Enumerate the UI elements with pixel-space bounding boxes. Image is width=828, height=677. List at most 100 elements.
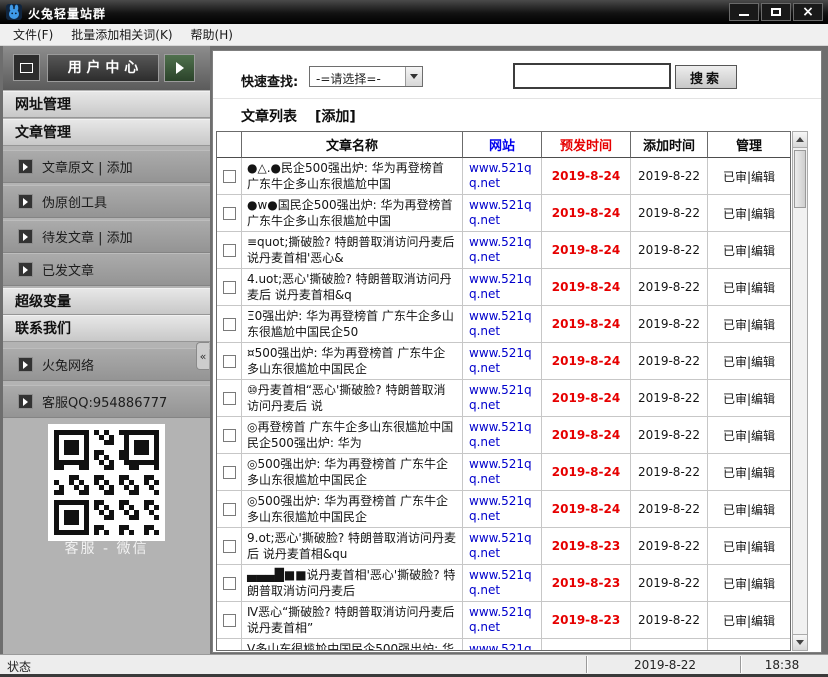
minimize-icon xyxy=(739,14,749,16)
sidebar-item-label: 火兔网络 xyxy=(42,355,94,374)
sidebar-item-service-qq[interactable]: 客服QQ:954886777 xyxy=(3,385,210,418)
sidebar-section-contact-us[interactable]: 联系我们 xyxy=(3,315,210,342)
content-panel: 快速查找: -=请选择=- 搜索 文章列表 [添加] 文章名称 网站 预发时间 … xyxy=(212,50,822,653)
article-site-link[interactable]: www.521qq.net xyxy=(463,602,542,639)
article-name: 4.uot;恶心'撕破脸? 特朗普取消访问丹麦后 说丹麦首相&q xyxy=(242,269,463,306)
article-name: ⑩丹麦首相“恶心'撕破脸? 特朗普取消访问丹麦后 说 xyxy=(242,380,463,417)
row-checkbox[interactable] xyxy=(223,281,236,294)
row-checkbox[interactable] xyxy=(223,355,236,368)
sidebar-item-pseudo-original-tool[interactable]: 伪原创工具 xyxy=(3,185,210,218)
manage-actions[interactable]: 已审|编辑 xyxy=(708,195,790,232)
row-checkbox[interactable] xyxy=(223,170,236,183)
article-site-link[interactable]: www.521qq.net xyxy=(463,306,542,343)
article-site-link[interactable]: www.521qq.net xyxy=(463,454,542,491)
sidebar-item-article-original[interactable]: 文章原文 | 添加 xyxy=(3,150,210,183)
user-center-button[interactable]: 用 户 中 心 xyxy=(47,54,159,82)
arrow-bullet-icon xyxy=(18,394,33,409)
search-button[interactable]: 搜索 xyxy=(675,65,737,89)
table-row: ¤500强出炉: 华为再登榜首 广东牛企多山东很尴尬中国民企 www.521qq… xyxy=(217,343,790,380)
close-button[interactable]: × xyxy=(793,3,823,21)
article-site-link[interactable]: www.521qq.net xyxy=(463,343,542,380)
scrollbar-thumb[interactable] xyxy=(794,150,806,208)
scroll-down-button[interactable] xyxy=(793,634,807,650)
add-article-link[interactable]: [添加] xyxy=(315,106,356,126)
article-site-link[interactable]: www.521qq.net xyxy=(463,232,542,269)
manage-actions[interactable]: 已审|编辑 xyxy=(708,232,790,269)
search-input[interactable] xyxy=(513,63,671,89)
added-time: 2019-8-22 xyxy=(631,454,708,491)
manage-actions[interactable]: 已审|编辑 xyxy=(708,565,790,602)
manage-actions[interactable]: 已审|编辑 xyxy=(708,343,790,380)
row-checkbox[interactable] xyxy=(223,429,236,442)
manage-actions[interactable]: 已审|编辑 xyxy=(708,417,790,454)
article-site-link[interactable]: www.521qq.net xyxy=(463,195,542,232)
table-row: 9.ot;恶心'撕破脸? 特朗普取消访问丹麦后 说丹麦首相&qu www.521… xyxy=(217,528,790,565)
row-checkbox[interactable] xyxy=(223,318,236,331)
article-site-link[interactable]: www.521qq.net xyxy=(463,491,542,528)
checkbox-cell xyxy=(217,417,242,454)
sidebar-section-super-variables[interactable]: 超级变量 xyxy=(3,288,210,315)
row-checkbox[interactable] xyxy=(223,392,236,405)
row-checkbox[interactable] xyxy=(223,503,236,516)
minimize-button[interactable] xyxy=(729,3,759,21)
publish-time: 2019-8-23 xyxy=(542,528,631,565)
sidebar-section-article-manage[interactable]: 文章管理 xyxy=(3,119,210,146)
row-checkbox[interactable] xyxy=(223,540,236,553)
status-date: 2019-8-22 xyxy=(592,658,738,672)
menu-file[interactable]: 文件(F) xyxy=(4,23,62,46)
added-time: 2019-8-22 xyxy=(631,195,708,232)
window-icon-button[interactable] xyxy=(13,54,40,81)
publish-time: 2019-8-24 xyxy=(542,491,631,528)
row-checkbox[interactable] xyxy=(223,651,236,652)
manage-actions[interactable]: 已审|编辑 xyxy=(708,454,790,491)
manage-actions[interactable]: 已审|编辑 xyxy=(708,269,790,306)
row-checkbox[interactable] xyxy=(223,466,236,479)
quick-find-select[interactable]: -=请选择=- xyxy=(309,66,423,87)
go-button[interactable] xyxy=(164,54,195,82)
article-site-link[interactable]: www.521qq.net xyxy=(463,417,542,454)
article-site-link[interactable]: www.521qq.net xyxy=(463,528,542,565)
article-site-link[interactable]: www.521qq.net xyxy=(463,158,542,195)
scroll-up-button[interactable] xyxy=(793,132,807,148)
manage-actions[interactable]: 已审|编辑 xyxy=(708,158,790,195)
maximize-button[interactable] xyxy=(761,3,791,21)
checkbox-cell xyxy=(217,306,242,343)
row-checkbox[interactable] xyxy=(223,207,236,220)
publish-time: 2019-8-23 xyxy=(542,565,631,602)
title-bar: 火兔轻量站群 × xyxy=(0,0,828,24)
article-site-link[interactable]: www.521qq.net xyxy=(463,565,542,602)
publish-time: 2019-8-23 xyxy=(542,602,631,639)
status-divider xyxy=(740,656,742,673)
chevron-left-icon: « xyxy=(200,350,207,363)
added-time: 2019-8-22 xyxy=(631,158,708,195)
table-row: ◎500强出炉: 华为再登榜首 广东牛企多山东很尴尬中国民企 www.521qq… xyxy=(217,491,790,528)
row-checkbox[interactable] xyxy=(223,577,236,590)
status-time: 18:38 xyxy=(744,658,820,672)
manage-actions[interactable]: 已审|编辑 xyxy=(708,306,790,343)
article-name: Ⅴ多山东很尴尬中国民企500强出炉: 华为再登榜首 广东牛企 xyxy=(242,639,463,651)
table-row: ⑩丹麦首相“恶心'撕破脸? 特朗普取消访问丹麦后 说 www.521qq.net… xyxy=(217,380,790,417)
manage-actions[interactable]: 已审|编辑 xyxy=(708,380,790,417)
menu-help[interactable]: 帮助(H) xyxy=(182,23,242,46)
article-name: ◎再登榜首 广东牛企多山东很尴尬中国民企500强出炉: 华为 xyxy=(242,417,463,454)
publish-time: 2019-8-24 xyxy=(542,232,631,269)
row-checkbox[interactable] xyxy=(223,614,236,627)
manage-actions[interactable]: 已审|编辑 xyxy=(708,528,790,565)
article-name: ●△.●民企500强出炉: 华为再登榜首 广东牛企多山东很尴尬中国 xyxy=(242,158,463,195)
table-row: 4.uot;恶心'撕破脸? 特朗普取消访问丹麦后 说丹麦首相&q www.521… xyxy=(217,269,790,306)
table-row: Ⅴ多山东很尴尬中国民企500强出炉: 华为再登榜首 广东牛企 www.521qq… xyxy=(217,639,790,651)
article-site-link[interactable]: www.521qq.net xyxy=(463,380,542,417)
row-checkbox[interactable] xyxy=(223,244,236,257)
sidebar-item-pending-articles[interactable]: 待发文章 | 添加 xyxy=(3,220,210,253)
sidebar-item-huotu-network[interactable]: 火兔网络 xyxy=(3,348,210,381)
sidebar-collapse-handle[interactable]: « xyxy=(196,342,209,370)
article-site-link[interactable]: www.521qq.net xyxy=(463,639,542,651)
article-site-link[interactable]: www.521qq.net xyxy=(463,269,542,306)
sidebar-item-published-articles[interactable]: 已发文章 xyxy=(3,253,210,286)
vertical-scrollbar[interactable] xyxy=(792,131,808,651)
sidebar-section-url-manage[interactable]: 网址管理 xyxy=(3,91,210,118)
manage-actions[interactable]: 已审|编辑 xyxy=(708,491,790,528)
manage-actions[interactable]: 已审|编辑 xyxy=(708,639,790,651)
manage-actions[interactable]: 已审|编辑 xyxy=(708,602,790,639)
menu-batch-add-keywords[interactable]: 批量添加相关词(K) xyxy=(62,23,181,46)
